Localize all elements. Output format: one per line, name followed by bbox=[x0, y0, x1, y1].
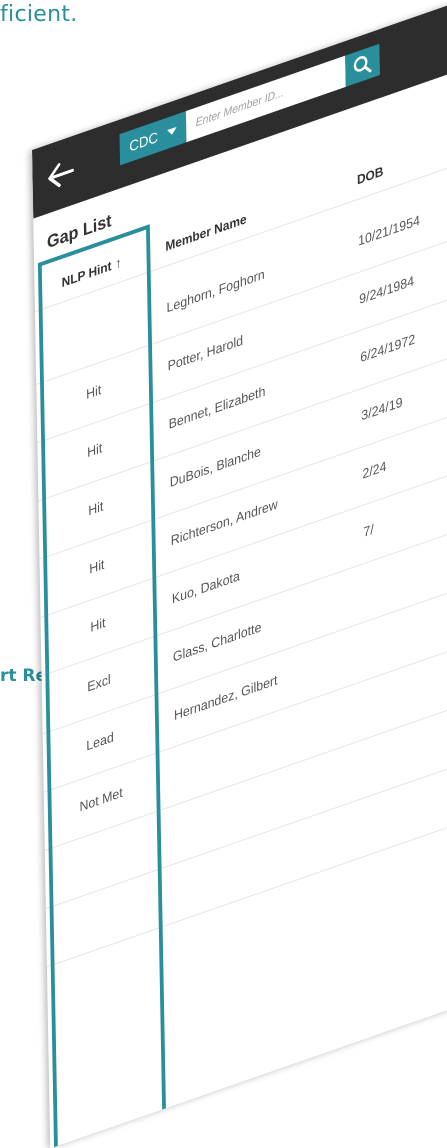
dob-cell: 3/24/19 bbox=[361, 393, 403, 424]
search-button[interactable] bbox=[345, 43, 380, 87]
tablet-screen: CDC Gap List NLP Hint↑ Member Name DOB M… bbox=[32, 0, 447, 1148]
dob-cell: 10/21/1954 bbox=[357, 211, 420, 249]
search-icon bbox=[353, 56, 372, 73]
dob-cell: 9/24/1984 bbox=[359, 272, 415, 308]
dob-column-header[interactable]: DOB bbox=[357, 164, 384, 188]
dob-cell: 2/24 bbox=[362, 457, 387, 482]
program-select-value: CDC bbox=[129, 128, 159, 155]
member-name-cell: Potter, Harold bbox=[167, 331, 244, 374]
app-bar: CDC bbox=[32, 0, 447, 219]
member-name-cell: Glass, Charlotte bbox=[172, 618, 262, 666]
member-name-cell: Leghorn, Foghorn bbox=[166, 265, 265, 316]
background-tagline: ficient. bbox=[0, 2, 78, 27]
program-select[interactable]: CDC bbox=[119, 111, 187, 166]
dob-cell: 6/24/1972 bbox=[360, 330, 416, 366]
member-id-search-input[interactable] bbox=[185, 55, 346, 143]
member-name-cell: DuBois, Blanche bbox=[169, 442, 262, 491]
member-name-column-header[interactable]: Member Name bbox=[165, 211, 246, 254]
chevron-down-icon bbox=[167, 126, 178, 137]
arrow-left-icon[interactable] bbox=[46, 156, 75, 193]
dob-cell: 7/ bbox=[363, 520, 374, 541]
member-name-cell: Kuo, Dakota bbox=[171, 567, 240, 607]
nlp-hint-column-highlight bbox=[37, 224, 167, 1148]
